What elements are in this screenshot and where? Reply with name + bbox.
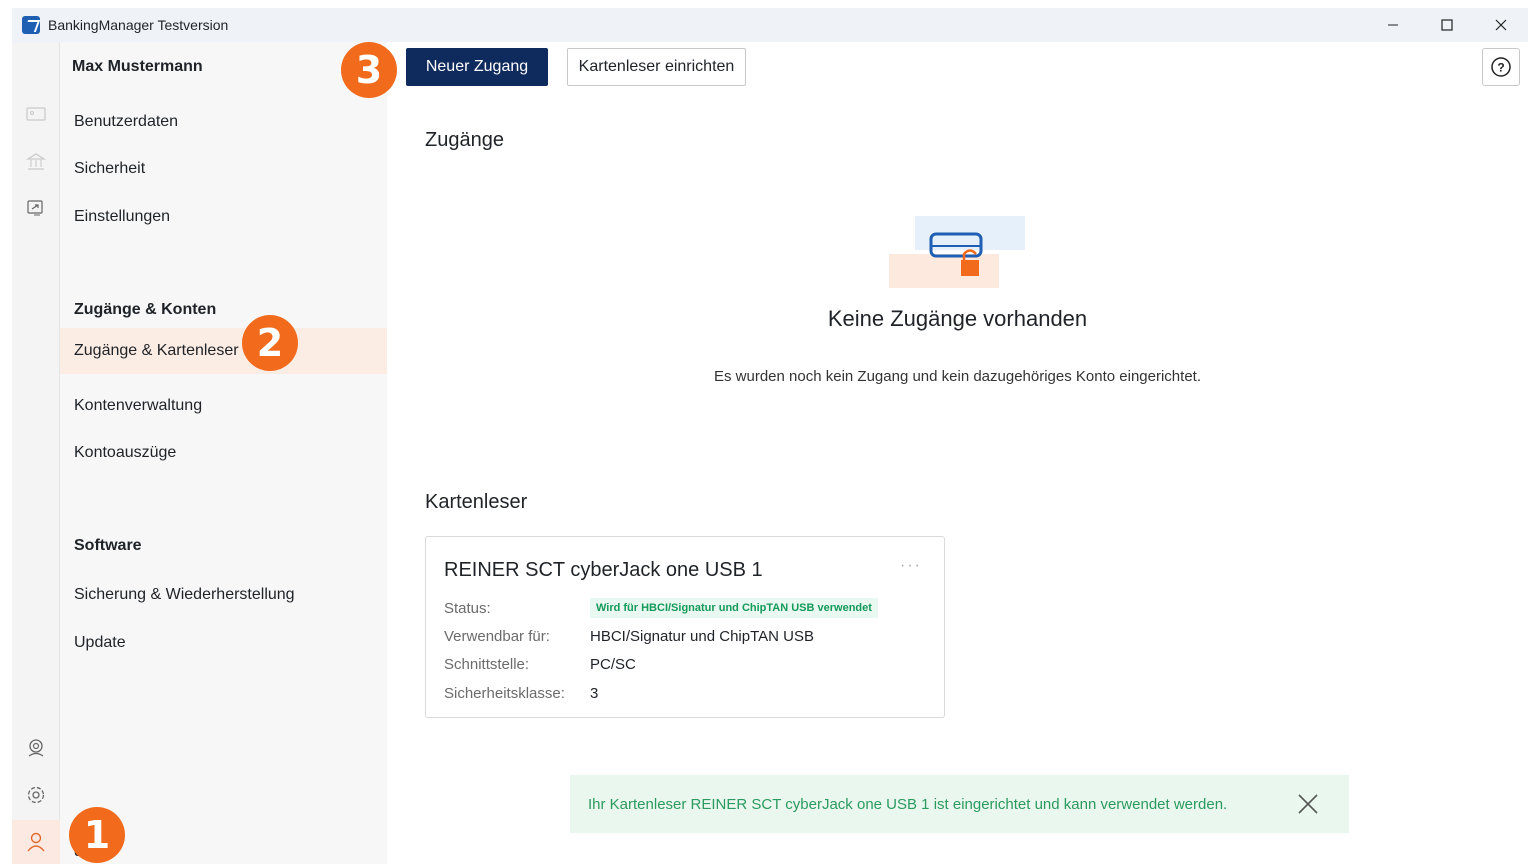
nav-item-zugaenge-kartenleser[interactable]: Zugänge & Kartenleser [60,328,387,374]
close-icon [1495,19,1507,31]
minimize-icon [1388,24,1398,26]
bank-icon[interactable] [24,150,48,174]
settings-nav-panel: Max Mustermann Benutzerdaten Sicherheit … [60,42,387,864]
transfer-icon[interactable] [24,197,48,221]
nav-item-benutzerdaten[interactable]: Benutzerdaten [60,99,387,145]
more-options-button[interactable]: ··· [900,557,922,575]
new-access-button[interactable]: Neuer Zugang [406,48,548,86]
nav-item-sicherheit[interactable]: Sicherheit [60,146,387,192]
locked-card-illustration-icon [889,216,1025,288]
status-label: Status: [444,600,491,617]
main-content: Neuer Zugang Kartenleser einrichten ? Zu… [387,42,1528,864]
empty-state-description: Es wurden noch kein Zugang und kein dazu… [714,368,1201,385]
nav-item-kontoauszuege[interactable]: Kontoauszüge [60,430,387,476]
nav-item-sicherung[interactable]: Sicherung & Wiederherstellung [60,572,387,618]
help-icon: ? [1491,57,1511,77]
access-section-title: Zugänge [425,129,504,151]
callout-badge-3: 3 [341,42,397,98]
window-title: BankingManager Testversion [48,17,229,33]
card-reader-section-title: Kartenleser [425,491,528,513]
callout-badge-2: 2 [242,315,298,371]
window-controls [1366,8,1528,42]
security-label: Sicherheitsklasse: [444,685,565,702]
setup-card-reader-button[interactable]: Kartenleser einrichten [567,48,746,86]
callout-badge-1: 1 [69,807,125,863]
security-value: 3 [590,685,599,702]
minimize-button[interactable] [1366,8,1420,42]
toast-close-icon[interactable] [1295,791,1321,817]
app-logo-icon [22,16,40,34]
help-button[interactable]: ? [1482,48,1520,86]
card-reader-card: REINER SCT cyberJack one USB 1 ··· Statu… [425,536,945,718]
nav-item-kontenverwaltung[interactable]: Kontenverwaltung [60,383,387,429]
maximize-icon [1441,19,1453,31]
card-reader-name: REINER SCT cyberJack one USB 1 [444,559,763,581]
app-window: BankingManager Testversion Max Musterman… [12,8,1528,864]
empty-state-title: Keine Zugänge vorhanden [827,306,1088,331]
close-window-button[interactable] [1474,8,1528,42]
icon-rail [12,42,60,864]
nav-group-accounts-heading: Zugänge & Konten [74,301,217,318]
nav-item-einstellungen[interactable]: Einstellungen [60,194,387,240]
support-icon[interactable] [24,736,48,760]
interface-label: Schnittstelle: [444,656,530,673]
status-badge: Wird für HBCI/Signatur und ChipTAN USB v… [590,598,878,618]
toast-message: Ihr Kartenleser REINER SCT cyberJack one… [588,795,1228,813]
svg-text:?: ? [1497,61,1504,75]
user-profile-icon[interactable] [24,830,48,854]
nav-group-software-heading: Software [74,537,142,554]
success-toast: Ihr Kartenleser REINER SCT cyberJack one… [570,775,1349,833]
maximize-button[interactable] [1420,8,1474,42]
usable-label: Verwendbar für: [444,628,550,645]
accounts-card-icon[interactable] [24,102,48,126]
interface-value: PC/SC [590,656,636,673]
title-bar: BankingManager Testversion [12,8,1528,42]
user-name: Max Mustermann [72,58,203,75]
nav-item-update[interactable]: Update [60,620,387,666]
usable-value: HBCI/Signatur und ChipTAN USB [590,628,814,645]
settings-gear-icon[interactable] [24,783,48,807]
